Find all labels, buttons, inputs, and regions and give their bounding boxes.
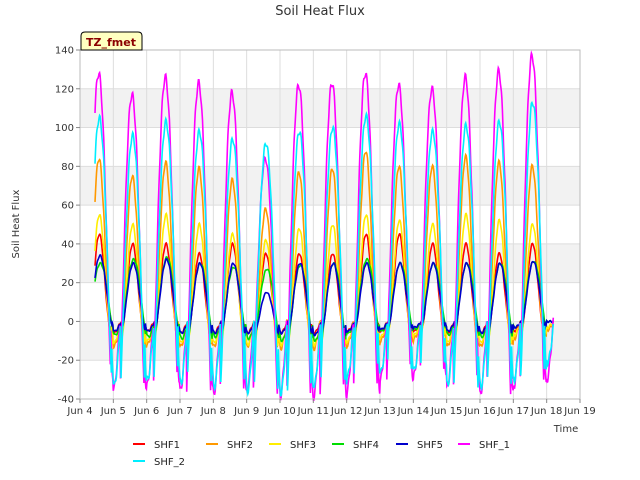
legend-label: SHF1 <box>154 440 180 451</box>
y-tick-label: 0 <box>68 317 74 328</box>
x-tick-label: Jun 13 <box>363 406 396 417</box>
legend-label: SHF3 <box>290 440 316 451</box>
y-tick-label: 100 <box>55 123 74 134</box>
x-tick-label: Jun 8 <box>200 406 226 417</box>
x-tick-label: Jun 5 <box>100 406 126 417</box>
x-tick-label: Jun 7 <box>166 406 192 417</box>
y-tick-label: 80 <box>61 162 74 173</box>
legend-label: SHF_2 <box>154 457 185 468</box>
y-tick-label: 120 <box>55 84 74 95</box>
soil-heat-flux-chart: -40 -20 0 20 40 60 80 100 120 140 Jun 4 Jun 5 Jun 6… <box>0 0 640 480</box>
x-tick-label: Jun 18 <box>530 406 563 417</box>
x-tick-label: Jun 14 <box>397 406 430 417</box>
y-tick-label: 20 <box>61 278 74 289</box>
x-tick-label: Jun 19 <box>563 406 596 417</box>
y-tick-label: -20 <box>58 356 74 367</box>
x-tick-label: Jun 4 <box>66 406 92 417</box>
legend-label: SHF2 <box>227 440 253 451</box>
x-tick-label: Jun 11 <box>297 406 330 417</box>
site-badge: TZ_fmet <box>80 31 143 51</box>
x-tick-label: Jun 10 <box>263 406 296 417</box>
site-badge-label: TZ_fmet <box>86 36 136 49</box>
y-tick-label: 40 <box>61 239 74 250</box>
legend-label: SHF5 <box>417 440 443 451</box>
x-tick-label: Jun 15 <box>430 406 463 417</box>
x-tick-label: Jun 6 <box>133 406 159 417</box>
y-tick-label: -40 <box>58 395 74 406</box>
x-tick-label: Jun 16 <box>463 406 496 417</box>
x-tick-label: Jun 12 <box>330 406 363 417</box>
y-axis-title: Soil Heat Flux <box>11 189 22 258</box>
legend-label: SHF_1 <box>479 440 510 451</box>
y-tick-label: 60 <box>61 201 74 212</box>
chart-title: Soil Heat Flux <box>275 4 365 19</box>
legend-label: SHF4 <box>353 440 379 451</box>
y-tick-label: 140 <box>55 46 74 57</box>
x-axis-title: Time <box>553 424 578 435</box>
x-tick-label: Jun 9 <box>233 406 259 417</box>
x-tick-label: Jun 17 <box>497 406 530 417</box>
